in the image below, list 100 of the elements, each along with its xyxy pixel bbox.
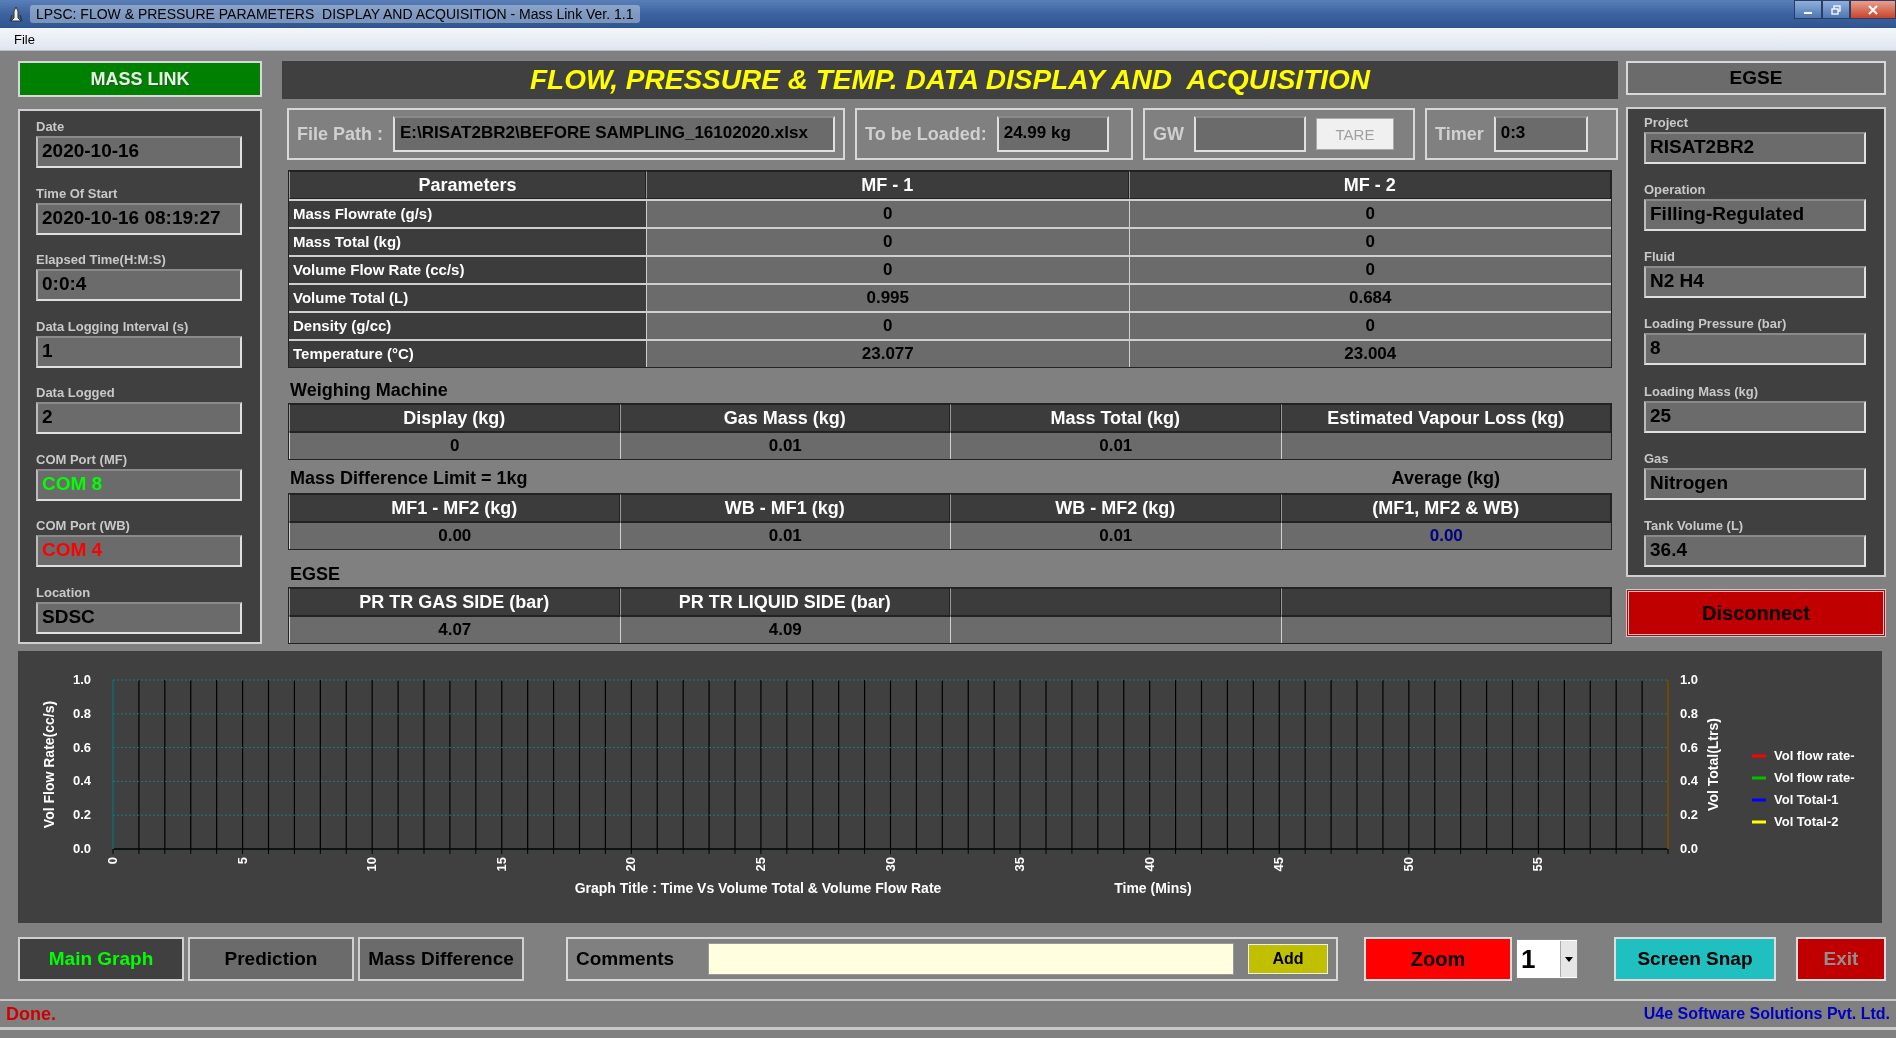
field-value: 2020-10-16 08:19:27 (42, 206, 221, 228)
restore-icon (1831, 4, 1841, 15)
chart-title: Graph Title : Time Vs Volume Total & Volume Flow Rate (574, 880, 942, 896)
parameter-name: Mass Flowrate (g/s) (289, 199, 646, 227)
screen-snap-button[interactable]: Screen Snap (1614, 937, 1776, 981)
tick-label: 0 (105, 857, 120, 865)
field-label: Data Logging Interval (s) (36, 318, 190, 334)
window-title: LPSC: FLOW & PRESSURE PARAMETERS DISPLAY AND ACQUISITION - Mass Link Ver. 1.1 (30, 5, 640, 23)
tick-label: 1.0 (1680, 672, 1699, 687)
tick-label: 0.0 (1680, 841, 1699, 856)
legend-label: Vol flow rate- (1774, 770, 1855, 785)
tick-label: 40 (1141, 857, 1157, 872)
field-value: 0:0:4 (42, 273, 87, 295)
table-cell: 0 (1128, 227, 1611, 255)
column-header: MF - 1 (646, 171, 1129, 199)
table-cell: 23.077 (646, 339, 1129, 367)
tick-label: 5 (234, 857, 250, 865)
column-header: Estimated Vapour Loss (kg) (1280, 404, 1611, 432)
tick-label: 30 (882, 857, 898, 872)
comment-input[interactable] (708, 943, 1234, 975)
minimize-button[interactable] (1794, 0, 1822, 19)
field-label: Gas (1644, 450, 1670, 466)
legend-label: Vol Total-1 (1774, 792, 1839, 807)
field-label: Loading Mass (kg) (1644, 383, 1760, 399)
field-value: 2 (42, 406, 53, 428)
field-label: COM Port (WB) (36, 518, 131, 534)
column-header: Gas Mass (kg) (619, 404, 950, 432)
tick-label: 50 (1400, 857, 1416, 872)
parameter-name: Temperature (°C) (289, 339, 646, 367)
tab[interactable]: Prediction (188, 937, 354, 981)
table-cell: 0 (646, 255, 1129, 283)
minimize-icon (1804, 11, 1812, 14)
column-header: WB - MF2 (kg) (950, 494, 1281, 522)
readout-field: N2 H4 (1644, 266, 1866, 299)
field-label: Tank Volume (L) (1644, 517, 1745, 533)
readout-field: Nitrogen (1644, 467, 1866, 500)
legend-label: Vol Total-2 (1774, 814, 1839, 829)
table-cell: 0 (646, 199, 1129, 227)
readout-field: RISAT2BR2 (1644, 132, 1866, 164)
readout-field: 25 (1644, 400, 1866, 433)
section-title: Weighing Machine (290, 380, 449, 401)
parameter-name: Density (g/cc) (289, 311, 646, 339)
disconnect-button[interactable]: Disconnect (1626, 589, 1886, 637)
tab[interactable]: Main Graph (18, 937, 184, 981)
field-label: Loading Pressure (bar) (1644, 316, 1788, 332)
table-cell: 0 (1128, 199, 1611, 227)
section-title: Mass Difference Limit = 1kg (290, 468, 529, 489)
menu-item[interactable]: File (8, 31, 41, 47)
panel-title: EGSE (1626, 61, 1886, 95)
field-label: Data Logged (36, 385, 116, 401)
table-cell: 0.01 (619, 522, 950, 549)
field-label: Timer (1435, 123, 1484, 145)
tick-label: 45 (1271, 857, 1287, 872)
axis-title: Vol Total(Ltrs) (1705, 718, 1721, 811)
zoom-dropdown[interactable]: 1 (1516, 939, 1578, 979)
field-label: COM Port (MF) (36, 451, 128, 467)
app-logo-banner: MASS LINK (18, 61, 262, 97)
column-header: (MF1, MF2 & WB) (1280, 494, 1611, 522)
field-label: Elapsed Time(H:M:S) (36, 252, 167, 268)
zoom-button[interactable]: Zoom (1364, 937, 1512, 981)
tab[interactable]: Mass Difference (358, 937, 524, 981)
table-cell: 4.09 (619, 616, 950, 643)
table-cell: 0.00 (289, 522, 620, 549)
field-value: 1 (42, 339, 53, 361)
column-header: PR TR LIQUID SIDE (bar) (619, 588, 950, 616)
axis-title: Time (Mins) (1114, 880, 1192, 896)
tick-label: 0.4 (72, 773, 91, 789)
caret-icon (1565, 956, 1573, 962)
tick-label: 0.2 (72, 807, 91, 823)
field-label: Operation (1644, 182, 1707, 198)
column-header: MF - 2 (1128, 171, 1611, 199)
close-button[interactable] (1850, 0, 1896, 19)
timer-field: 0:3 (1493, 116, 1588, 152)
column-header: Mass Total (kg) (950, 404, 1281, 432)
readout-field: 36.4 (1644, 534, 1866, 567)
tick-label: 55 (1530, 857, 1546, 872)
readout-field: Filling-Regulated (1644, 199, 1866, 232)
field-label: Location (36, 584, 92, 600)
to-be-loaded-field: 24.99 kg (996, 116, 1109, 152)
tick-label: 0.8 (72, 705, 91, 721)
column-header: WB - MF1 (kg) (619, 494, 950, 522)
tick-label: 0.6 (1680, 739, 1699, 755)
table-cell: 0.684 (1128, 283, 1611, 311)
column-header: MF1 - MF2 (kg) (289, 494, 620, 522)
table-cell: 0.01 (619, 432, 950, 459)
file-path-field[interactable]: E:\RISAT2BR2\BEFORE SAMPLING_16102020.xlsx (393, 116, 835, 152)
add-button[interactable]: Add (1248, 944, 1328, 974)
status-message: Done. (6, 1003, 56, 1025)
rocket-icon (8, 6, 24, 22)
table-cell: 0 (646, 227, 1129, 255)
field-value: COM 8 (42, 472, 103, 494)
field-label: GW (1153, 123, 1184, 145)
table-cell: 0 (1128, 311, 1611, 339)
tick-label: 0.0 (72, 841, 91, 856)
restore-button[interactable] (1822, 0, 1850, 19)
field-value: SDSC (42, 605, 95, 627)
column-header: Parameters (289, 171, 646, 199)
tick-label: 0.4 (1680, 773, 1699, 789)
close-icon (1868, 4, 1878, 15)
vendor-name: U4e Software Solutions Pvt. Ltd. (1643, 1005, 1890, 1023)
